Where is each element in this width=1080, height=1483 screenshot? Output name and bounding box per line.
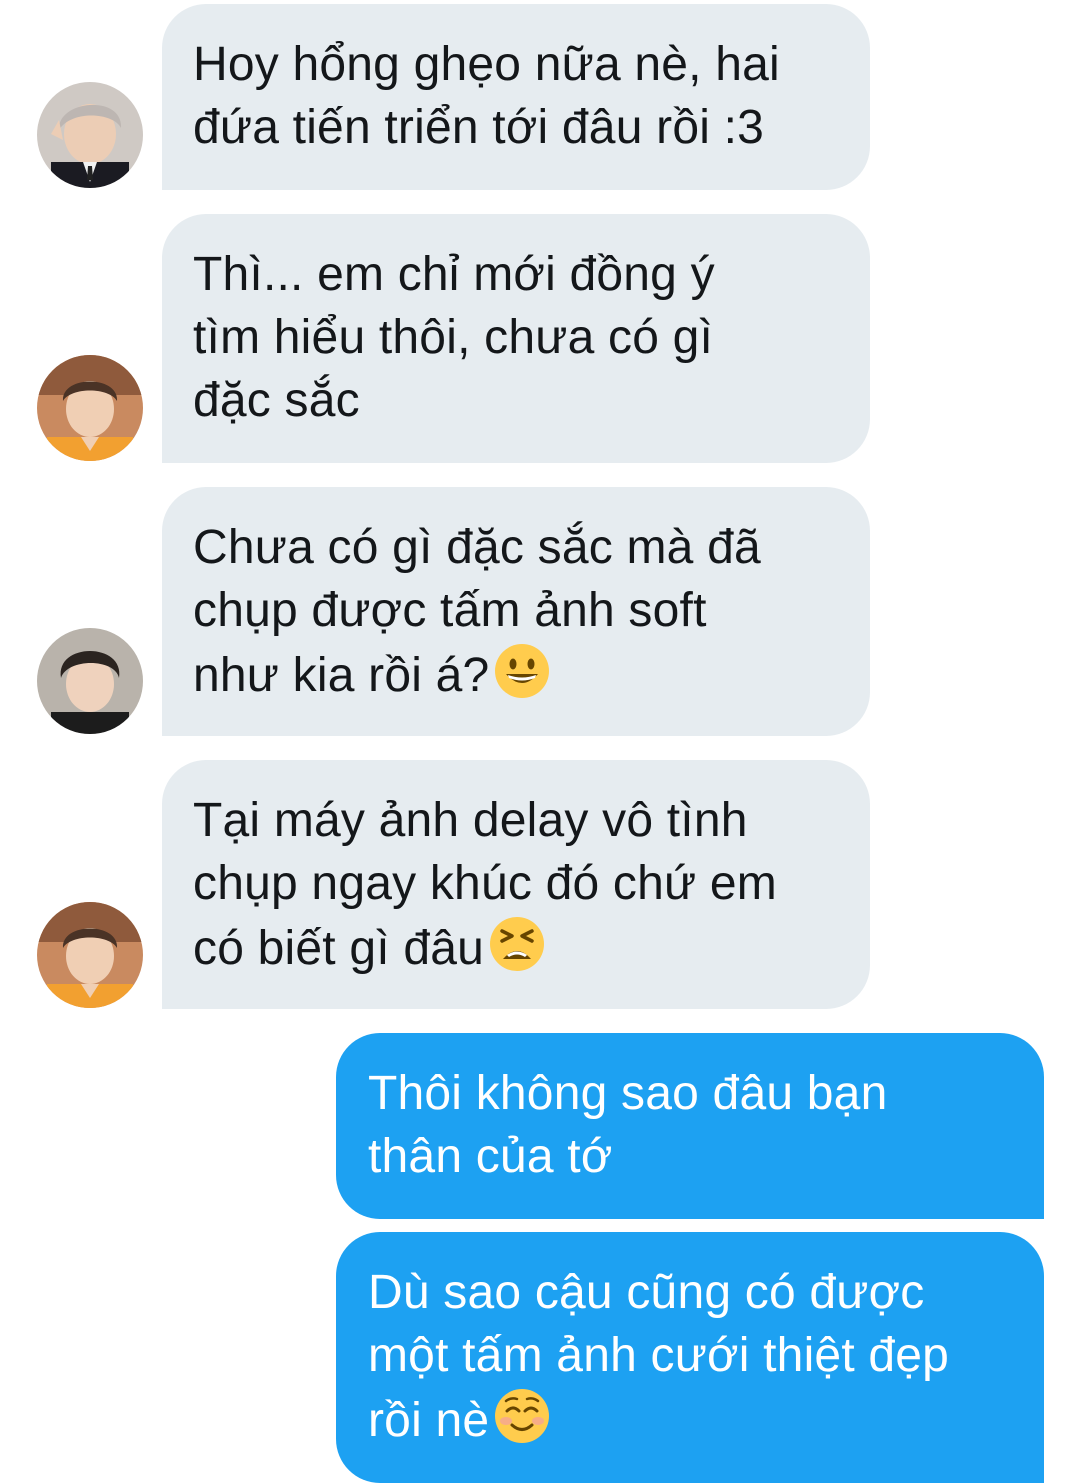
message-text-line: như kia rồi á? bbox=[193, 642, 850, 707]
message-text-line: tìm hiểu thôi, chưa có gì bbox=[193, 311, 714, 364]
message-text-line: đứa tiến triển tới đâu rồi :3 bbox=[193, 101, 765, 154]
message-text-line: Tại máy ảnh delay vô tình bbox=[193, 794, 748, 847]
message-bubble-outgoing[interactable]: Dù sao cậu cũng có được một tấm ảnh cưới… bbox=[336, 1232, 1044, 1483]
message-text-line: Thôi không sao đâu bạn bbox=[368, 1067, 888, 1120]
message-text-line-content: rồi nè bbox=[368, 1394, 490, 1447]
message-bubble-incoming[interactable]: Tại máy ảnh delay vô tình chụp ngay khúc… bbox=[162, 760, 870, 1009]
smiling-face-icon bbox=[493, 1387, 551, 1445]
message-text-line: có biết gì đâu bbox=[193, 915, 850, 980]
message-text-line: Dù sao cậu cũng có được bbox=[368, 1266, 925, 1319]
message-bubble-outgoing[interactable]: Thôi không sao đâu bạn thân của tớ bbox=[336, 1033, 1044, 1219]
message-text-line: đặc sắc bbox=[193, 374, 360, 427]
tired-face-icon bbox=[488, 915, 546, 973]
message-text-line: Thì... em chỉ mới đồng ý bbox=[193, 248, 715, 301]
message-text-line: thân của tớ bbox=[368, 1130, 613, 1183]
message-text-line: Chưa có gì đặc sắc mà đã bbox=[193, 521, 761, 574]
message-text-line: Hoy hổng ghẹo nữa nè, hai bbox=[193, 38, 780, 91]
message-bubble-incoming[interactable]: Hoy hổng ghẹo nữa nè, hai đứa tiến triển… bbox=[162, 4, 870, 190]
avatar-icon-gray-hair[interactable] bbox=[37, 82, 143, 188]
message-text-line: rồi nè bbox=[368, 1387, 1024, 1452]
message-text-line-content: có biết gì đâu bbox=[193, 922, 485, 975]
message-bubble-incoming[interactable]: Chưa có gì đặc sắc mà đã chụp được tấm ả… bbox=[162, 487, 870, 736]
grinning-face-icon bbox=[493, 642, 551, 700]
avatar-icon-orange-shirt[interactable] bbox=[37, 355, 143, 461]
message-text-line: một tấm ảnh cưới thiệt đẹp bbox=[368, 1329, 950, 1382]
message-text-line: chụp được tấm ảnh soft bbox=[193, 584, 707, 637]
avatar-icon-dark-hair[interactable] bbox=[37, 628, 143, 734]
avatar-icon-orange-shirt[interactable] bbox=[37, 902, 143, 1008]
message-bubble-incoming[interactable]: Thì... em chỉ mới đồng ý tìm hiểu thôi, … bbox=[162, 214, 870, 463]
message-text-line: chụp ngay khúc đó chứ em bbox=[193, 857, 777, 910]
message-text-line-content: như kia rồi á? bbox=[193, 649, 490, 702]
